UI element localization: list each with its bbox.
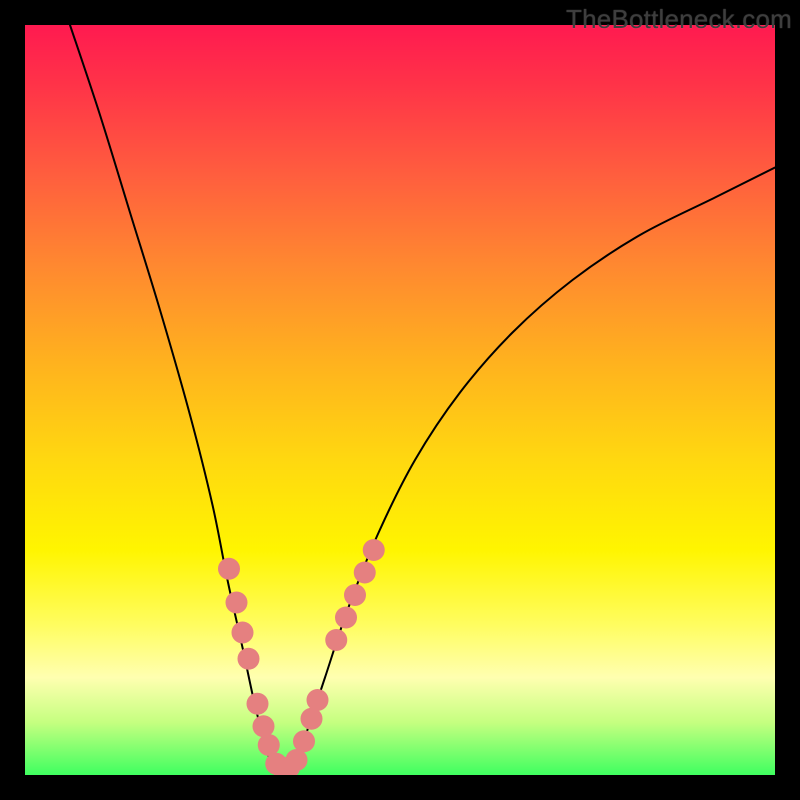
data-marker — [258, 734, 280, 756]
data-marker — [307, 689, 329, 711]
curve-right-curve — [288, 168, 776, 770]
data-marker — [344, 584, 366, 606]
data-marker — [218, 558, 240, 580]
gradient-plot-area — [25, 25, 775, 775]
data-marker — [363, 539, 385, 561]
data-marker — [301, 708, 323, 730]
data-marker — [293, 730, 315, 752]
data-marker — [238, 648, 260, 670]
data-marker — [286, 749, 308, 771]
data-marker — [253, 715, 275, 737]
data-marker — [325, 629, 347, 651]
watermark-text: TheBottleneck.com — [566, 4, 792, 35]
data-marker — [335, 607, 357, 629]
plot-svg — [25, 25, 775, 775]
data-marker — [232, 622, 254, 644]
data-marker — [247, 693, 269, 715]
data-marker — [226, 592, 248, 614]
data-marker — [354, 562, 376, 584]
